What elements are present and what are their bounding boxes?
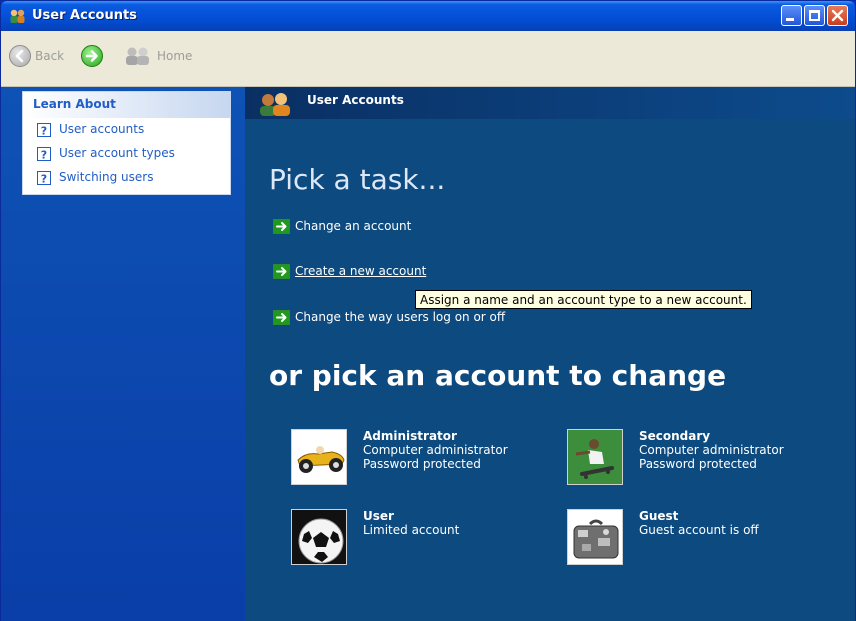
- maximize-icon: [809, 10, 820, 21]
- create-account-tooltip: Assign a name and an account type to a n…: [415, 290, 752, 309]
- account-status: Password protected: [363, 457, 481, 471]
- help-question-icon: ?: [37, 147, 51, 161]
- main-panel: User Accounts Pick a task... Change an a…: [245, 87, 855, 621]
- account-type: Computer administrator: [363, 443, 508, 457]
- forward-arrow-icon: [81, 45, 103, 67]
- account-status: Password protected: [639, 457, 757, 471]
- account-name: Administrator: [363, 429, 457, 443]
- learn-item-label: Switching users: [59, 170, 154, 184]
- task-change-an-account[interactable]: Change an account: [273, 217, 411, 235]
- minimize-button[interactable]: [781, 5, 802, 26]
- learn-item-user-accounts[interactable]: ? User accounts: [23, 118, 230, 142]
- learn-item-switching-users[interactable]: ? Switching users: [23, 166, 230, 190]
- task-change-logon-logoff[interactable]: Change the way users log on or off: [273, 308, 505, 326]
- account-name: Guest: [639, 509, 679, 523]
- back-label: Back: [35, 49, 65, 63]
- help-question-icon: ?: [37, 123, 51, 137]
- pick-account-heading: or pick an account to change: [269, 359, 727, 392]
- back-button[interactable]: Back: [9, 43, 64, 69]
- race-car-icon: [291, 429, 347, 485]
- pick-a-task-heading: Pick a task...: [269, 163, 446, 196]
- title-bar[interactable]: User Accounts: [1, 1, 855, 31]
- green-arrow-icon: [273, 263, 290, 279]
- home-button[interactable]: Home: [123, 43, 192, 69]
- suitcase-icon: [567, 509, 623, 565]
- minimize-icon: [786, 18, 794, 21]
- account-name: Secondary: [639, 429, 711, 443]
- user-accounts-app-icon: [10, 9, 25, 23]
- home-label: Home: [157, 49, 193, 63]
- user-accounts-header-icon: [260, 93, 290, 116]
- close-icon: [831, 9, 844, 22]
- soccer-ball-icon: [291, 509, 347, 565]
- skateboarder-icon: [567, 429, 623, 485]
- learn-item-label: User accounts: [59, 122, 145, 136]
- close-button[interactable]: [827, 5, 848, 26]
- learn-item-user-account-types[interactable]: ? User account types: [23, 142, 230, 166]
- window-title: User Accounts: [32, 8, 137, 23]
- learn-about-heading: Learn About: [23, 92, 230, 118]
- green-arrow-icon: [273, 218, 290, 234]
- task-label: Create a new account: [295, 264, 427, 278]
- svg-text:?: ?: [41, 173, 47, 186]
- task-sidebar: Learn About ? User accounts ? User accou…: [1, 87, 245, 621]
- forward-button[interactable]: [81, 43, 103, 69]
- green-arrow-icon: [273, 309, 290, 325]
- svg-text:?: ?: [41, 125, 47, 138]
- task-create-a-new-account[interactable]: Create a new account: [273, 262, 426, 280]
- account-status: Guest account is off: [639, 523, 759, 537]
- main-header: User Accounts: [245, 87, 855, 119]
- user-accounts-window: User Accounts Back Home Learn About ? Us…: [0, 0, 856, 621]
- maximize-button[interactable]: [804, 5, 825, 26]
- learn-about-panel: Learn About ? User accounts ? User accou…: [22, 91, 231, 195]
- account-name: User: [363, 509, 394, 523]
- help-question-icon: ?: [37, 171, 51, 185]
- task-label: Change the way users log on or off: [295, 310, 506, 324]
- svg-text:?: ?: [41, 149, 47, 162]
- learn-item-label: User account types: [59, 146, 175, 160]
- task-label: Change an account: [295, 219, 412, 233]
- home-users-icon: [126, 47, 149, 65]
- back-arrow-icon: [9, 45, 31, 67]
- toolbar: Back Home: [1, 31, 855, 87]
- account-type: Limited account: [363, 523, 460, 537]
- main-header-title: User Accounts: [307, 93, 404, 107]
- account-type: Computer administrator: [639, 443, 784, 457]
